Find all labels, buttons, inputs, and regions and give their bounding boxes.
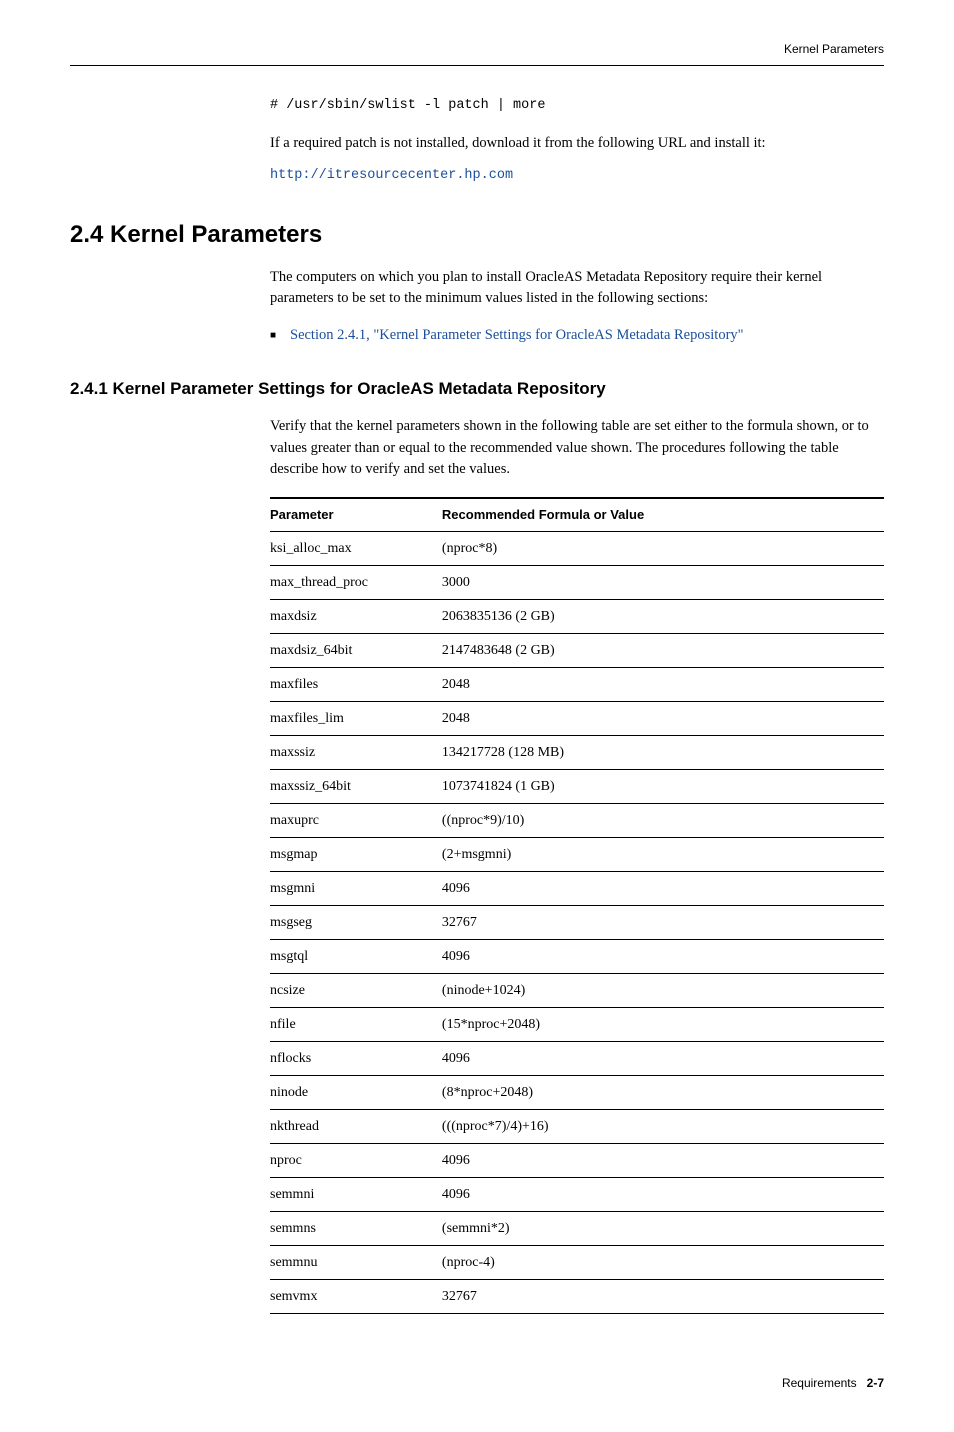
kernel-parameters-table: Parameter Recommended Formula or Value k… [270,497,884,1314]
table-row: semmnu(nproc-4) [270,1245,884,1279]
param-name-cell: max_thread_proc [270,565,442,599]
table-row: ncsize(ninode+1024) [270,973,884,1007]
subsection-intro-paragraph: Verify that the kernel parameters shown … [270,416,884,481]
xref-link-2-4-1[interactable]: Section 2.4.1, "Kernel Parameter Setting… [290,327,744,343]
param-value-cell: 1073741824 (1 GB) [442,769,884,803]
param-name-cell: maxfiles [270,667,442,701]
table-row: semmni4096 [270,1177,884,1211]
table-row: msgmni4096 [270,871,884,905]
table-row: nfile(15*nproc+2048) [270,1007,884,1041]
table-row: max_thread_proc3000 [270,565,884,599]
table-row: nkthread(((nproc*7)/4)+16) [270,1109,884,1143]
table-row: ninode(8*nproc+2048) [270,1075,884,1109]
param-name-cell: semmni [270,1177,442,1211]
param-value-cell: ((nproc*9)/10) [442,803,884,837]
param-value-cell: 4096 [442,871,884,905]
table-row: semvmx32767 [270,1279,884,1313]
param-name-cell: ninode [270,1075,442,1109]
param-name-cell: nkthread [270,1109,442,1143]
table-row: maxuprc((nproc*9)/10) [270,803,884,837]
header-rule [70,65,884,66]
table-row: msgmap(2+msgmni) [270,837,884,871]
param-name-cell: ksi_alloc_max [270,531,442,565]
page-footer: Requirements 2-7 [70,1374,884,1392]
param-name-cell: nflocks [270,1041,442,1075]
param-name-cell: maxuprc [270,803,442,837]
table-row: maxdsiz_64bit2147483648 (2 GB) [270,633,884,667]
param-value-cell: (15*nproc+2048) [442,1007,884,1041]
param-value-cell: 4096 [442,939,884,973]
param-value-cell: 4096 [442,1143,884,1177]
param-value-cell: 2048 [442,667,884,701]
param-value-cell: 3000 [442,565,884,599]
col-header-parameter: Parameter [270,498,442,531]
param-value-cell: (8*nproc+2048) [442,1075,884,1109]
param-value-cell: 4096 [442,1041,884,1075]
table-row: maxfiles_lim2048 [270,701,884,735]
param-value-cell: 4096 [442,1177,884,1211]
subsection-number: 2.4.1 [70,379,108,398]
table-row: msgseg32767 [270,905,884,939]
table-row: maxdsiz2063835136 (2 GB) [270,599,884,633]
section-intro-paragraph: The computers on which you plan to insta… [270,267,884,311]
table-header-row: Parameter Recommended Formula or Value [270,498,884,531]
subsection-title-text: Kernel Parameter Settings for OracleAS M… [113,379,606,398]
section-xref-list: Section 2.4.1, "Kernel Parameter Setting… [270,325,884,347]
param-name-cell: msgseg [270,905,442,939]
param-name-cell: maxdsiz [270,599,442,633]
swlist-command: # /usr/sbin/swlist -l patch | more [270,96,884,116]
table-row: maxssiz134217728 (128 MB) [270,735,884,769]
param-name-cell: semmnu [270,1245,442,1279]
table-row: maxssiz_64bit1073741824 (1 GB) [270,769,884,803]
param-value-cell: (nproc-4) [442,1245,884,1279]
param-name-cell: maxssiz_64bit [270,769,442,803]
patch-instruction: If a required patch is not installed, do… [270,133,884,155]
param-name-cell: msgmap [270,837,442,871]
section-2-4-1-heading: 2.4.1 Kernel Parameter Settings for Orac… [70,376,884,402]
table-row: msgtql4096 [270,939,884,973]
param-value-cell: (nproc*8) [442,531,884,565]
param-value-cell: (semmni*2) [442,1211,884,1245]
footer-chapter: Requirements [782,1376,857,1390]
param-value-cell: (ninode+1024) [442,973,884,1007]
table-row: nproc4096 [270,1143,884,1177]
param-name-cell: ncsize [270,973,442,1007]
param-name-cell: maxdsiz_64bit [270,633,442,667]
param-value-cell: (2+msgmni) [442,837,884,871]
param-name-cell: semvmx [270,1279,442,1313]
footer-page-number: 2-7 [867,1376,884,1390]
section-number: 2.4 [70,221,103,248]
table-body: ksi_alloc_max(nproc*8)max_thread_proc300… [270,531,884,1313]
table-row: semmns(semmni*2) [270,1211,884,1245]
param-name-cell: nfile [270,1007,442,1041]
param-value-cell: 32767 [442,1279,884,1313]
param-name-cell: msgtql [270,939,442,973]
param-name-cell: maxssiz [270,735,442,769]
table-row: nflocks4096 [270,1041,884,1075]
param-value-cell: 2147483648 (2 GB) [442,633,884,667]
param-name-cell: semmns [270,1211,442,1245]
param-value-cell: (((nproc*7)/4)+16) [442,1109,884,1143]
running-header: Kernel Parameters [70,40,884,58]
param-name-cell: maxfiles_lim [270,701,442,735]
list-item: Section 2.4.1, "Kernel Parameter Setting… [270,325,884,347]
patch-url-link[interactable]: http://itresourcecenter.hp.com [270,166,884,186]
section-title-text: Kernel Parameters [110,221,322,248]
param-value-cell: 2048 [442,701,884,735]
table-row: ksi_alloc_max(nproc*8) [270,531,884,565]
col-header-value: Recommended Formula or Value [442,498,884,531]
table-row: maxfiles2048 [270,667,884,701]
param-value-cell: 32767 [442,905,884,939]
param-value-cell: 2063835136 (2 GB) [442,599,884,633]
param-value-cell: 134217728 (128 MB) [442,735,884,769]
param-name-cell: nproc [270,1143,442,1177]
section-2-4-heading: 2.4 Kernel Parameters [70,217,884,253]
param-name-cell: msgmni [270,871,442,905]
